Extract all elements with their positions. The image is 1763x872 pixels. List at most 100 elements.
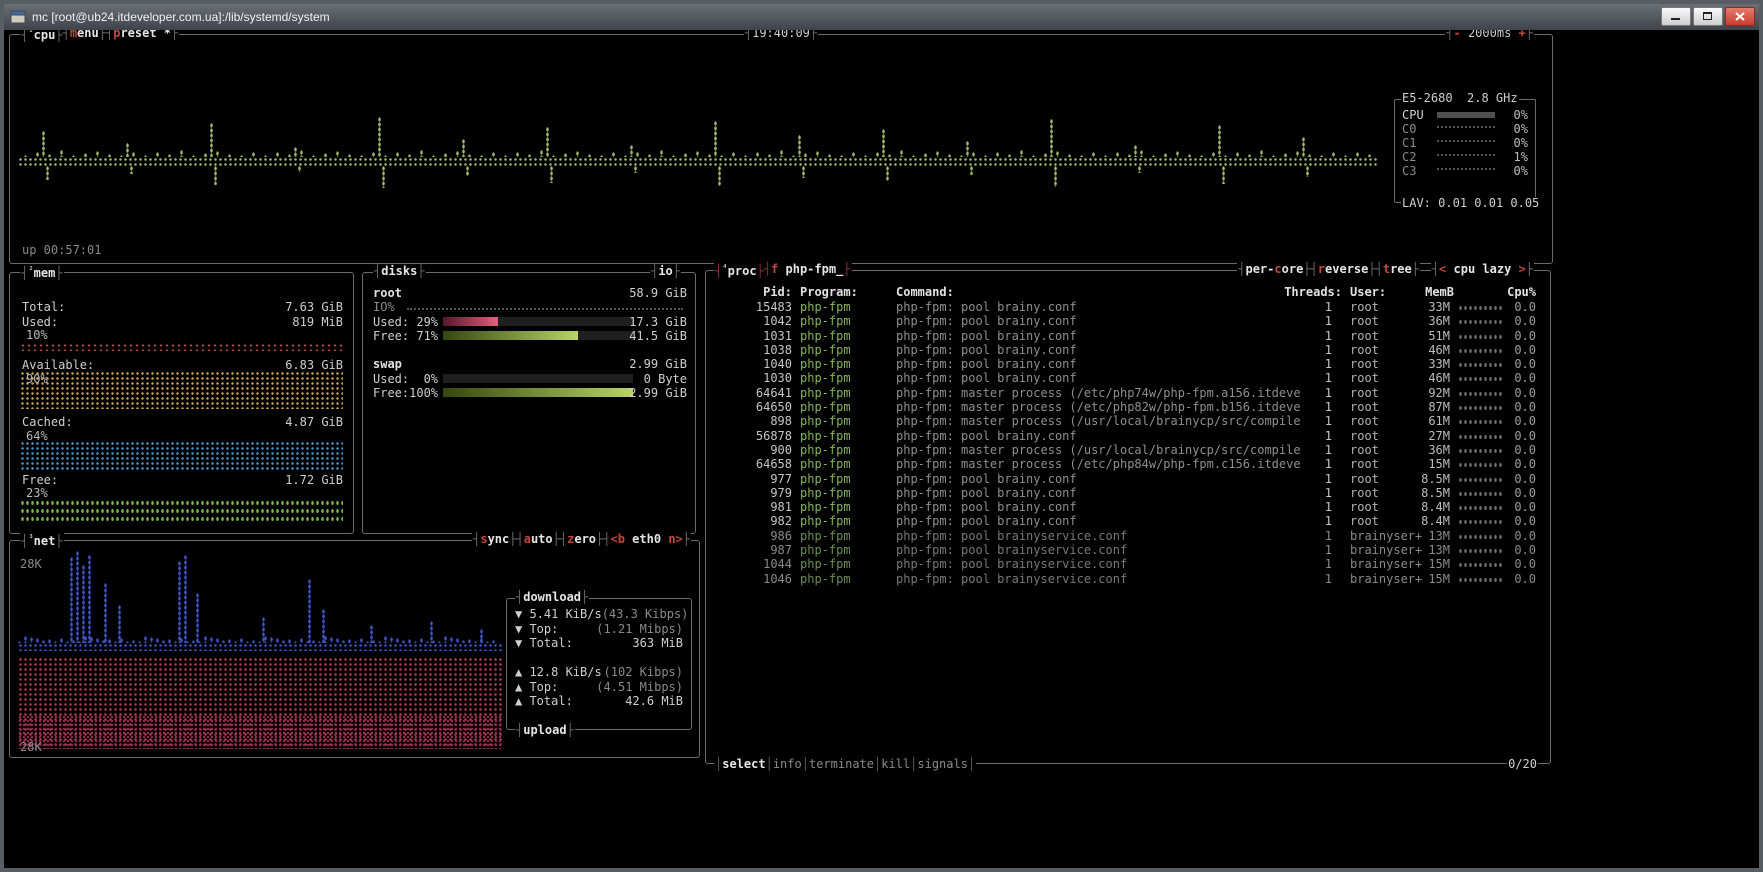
mem-cached-label: Cached: [22,415,73,429]
terminate-button[interactable]: terminate [809,758,874,771]
upload-total-row: ▲ Total:42.6 MiB [507,694,691,709]
process-row[interactable]: 986php-fpmphp-fpm: pool brainyservice.co… [712,529,1542,543]
iface-name: eth0 [625,532,668,546]
cpu-graph [18,123,1378,215]
disk-root-used-value: 17.3 GiB [629,315,687,329]
process-row[interactable]: 64641php-fpmphp-fpm: master process (/et… [712,386,1542,400]
proc-table-header: Pid: Program: Command: Threads: User: Me… [712,285,1542,299]
disks-box: disks io root 58.9 GiB IO% Used: 29% 17.… [362,272,696,534]
disk-root-size: 58.9 GiB [629,286,687,300]
per-core-toggle[interactable]: per-core [1238,263,1310,276]
mem-cached-percent: 64% [26,429,48,443]
process-row[interactable]: 64658php-fpmphp-fpm: master process (/et… [712,457,1542,471]
net-scale-bottom: 28K [20,740,42,754]
mem-available-percent: 90% [26,372,48,386]
process-row[interactable]: 977php-fpmphp-fpm: pool brainy.conf1root… [712,472,1542,486]
cpu-info-box: E5-2680 2.8 GHz CPU0% C00% C10% C21% C30… [1394,99,1536,203]
process-row[interactable]: 982php-fpmphp-fpm: pool brainy.conf1root… [712,514,1542,528]
process-row[interactable]: 898php-fpmphp-fpm: master process (/usr/… [712,414,1542,428]
mem-available-value: 6.83 GiB [285,358,343,372]
tree-toggle[interactable]: tree [1376,263,1419,276]
mem-used-label: Used: [22,315,58,329]
process-row[interactable]: 987php-fpmphp-fpm: pool brainyservice.co… [712,543,1542,557]
interval-value: 2000ms [1461,30,1519,40]
cpu-model: E5-2680 2.8 GHz [1402,92,1518,105]
io-toggle[interactable]: io [651,265,680,278]
process-row[interactable]: 56878php-fpmphp-fpm: pool brainy.conf1ro… [712,429,1542,443]
mem-free-label: Free: [22,473,58,487]
upload-top-row: ▲ Top:(4.51 Mibps) [507,680,691,695]
kill-button[interactable]: kill [881,758,910,771]
net-auto-button[interactable]: auto [516,533,559,546]
mem-used-percent: 10% [26,328,48,342]
header-pid: Pid: [712,285,792,299]
process-row[interactable]: 1042php-fpmphp-fpm: pool brainy.conf1roo… [712,314,1542,328]
interval-increase-button[interactable]: + [1519,30,1526,40]
proc-row-list: 15483php-fpmphp-fpm: pool brainy.conf1ro… [712,300,1542,586]
process-row[interactable]: 979php-fpmphp-fpm: pool brainy.conf1root… [712,486,1542,500]
mem-total-value: 7.63 GiB [285,300,343,314]
proc-footer: select info terminate kill signals [714,758,976,771]
process-row[interactable]: 1040php-fpmphp-fpm: pool brainy.conf1roo… [712,357,1542,371]
net-box-title: ³net [21,533,63,548]
uptime-label: up 00:57:01 [22,243,101,257]
terminal: ¹cpu menu preset * 19:40:09 - 2000ms + E… [4,30,1759,868]
net-box: ³net sync auto zero <b eth0 n> 28K 28K d… [9,540,700,758]
mem-free-percent: 23% [26,486,48,500]
process-row[interactable]: 1044php-fpmphp-fpm: pool brainyservice.c… [712,557,1542,571]
signals-button[interactable]: signals [917,758,968,771]
cpu-box-title: ¹cpu [21,30,63,42]
net-zero-button[interactable]: zero [560,533,603,546]
process-row[interactable]: 900php-fpmphp-fpm: master process (/usr/… [712,443,1542,457]
disk-root-free-label: Free: 71% [373,329,438,343]
net-scale-top: 28K [20,557,42,571]
iface-next-button[interactable]: n> [668,532,682,546]
select-button[interactable]: select [722,758,765,771]
net-sync-button[interactable]: sync [473,533,516,546]
mem-free-value: 1.72 GiB [285,473,343,487]
cpu-total-meter [1437,112,1495,118]
disk-root-used-fill [443,317,498,326]
mem-available-graph [20,371,343,409]
download-speed-row: ▼ 5.41 KiB/s(43.3 Kibps) [507,607,691,622]
maximize-button[interactable] [1693,7,1723,26]
process-row[interactable]: 1038php-fpmphp-fpm: pool brainy.conf1roo… [712,343,1542,357]
disk-root-used-label: Used: 29% [373,315,438,329]
app-icon [10,9,26,25]
preset-button[interactable]: preset * [106,30,178,42]
header-command: Command: [896,285,954,299]
header-cpu: Cpu% [1494,285,1536,299]
titlebar[interactable]: mc [root@ub24.itdeveloper.com.ua]:/lib/s… [4,4,1759,30]
menu-button[interactable]: menu [63,30,106,42]
proc-filter-input[interactable]: f php-fpm_ [764,263,851,278]
download-label: download [516,591,588,604]
net-upload-graph [18,657,502,749]
process-row[interactable]: 981php-fpmphp-fpm: pool brainy.conf1root… [712,500,1542,514]
info-button[interactable]: info [773,758,802,771]
core-row-c0: C00% [1395,122,1535,136]
app-window: mc [root@ub24.itdeveloper.com.ua]:/lib/s… [0,0,1763,872]
disk-swap-used-value: 0 Byte [644,372,687,386]
upload-label: upload [516,724,574,737]
sort-label: cpu lazy [1446,262,1518,276]
close-button[interactable] [1725,7,1755,26]
interval-decrease-button[interactable]: - [1454,30,1461,40]
process-row[interactable]: 1031php-fpmphp-fpm: pool brainy.conf1roo… [712,329,1542,343]
mem-used-graph [20,343,343,351]
process-row[interactable]: 1046php-fpmphp-fpm: pool brainyservice.c… [712,572,1542,586]
process-row[interactable]: 1030php-fpmphp-fpm: pool brainy.conf1roo… [712,371,1542,385]
update-interval-control: - 2000ms + [1445,30,1534,40]
disk-root-free-value: 41.5 GiB [629,329,687,343]
sort-next-button[interactable]: > [1519,262,1526,276]
minimize-button[interactable] [1661,7,1691,26]
window-title: mc [root@ub24.itdeveloper.com.ua]:/lib/s… [32,10,330,24]
process-row[interactable]: 15483php-fpmphp-fpm: pool brainy.conf1ro… [712,300,1542,314]
process-row[interactable]: 64650php-fpmphp-fpm: master process (/et… [712,400,1542,414]
reverse-toggle[interactable]: reverse [1311,263,1376,276]
mem-free-graph [20,499,343,521]
iface-prev-button[interactable]: <b [611,532,625,546]
mem-total-label: Total: [22,300,65,314]
disk-swap-size: 2.99 GiB [629,357,687,371]
download-top-row: ▼ Top:(1.21 Mibps) [507,622,691,637]
disk-swap-free-fill [443,388,633,397]
